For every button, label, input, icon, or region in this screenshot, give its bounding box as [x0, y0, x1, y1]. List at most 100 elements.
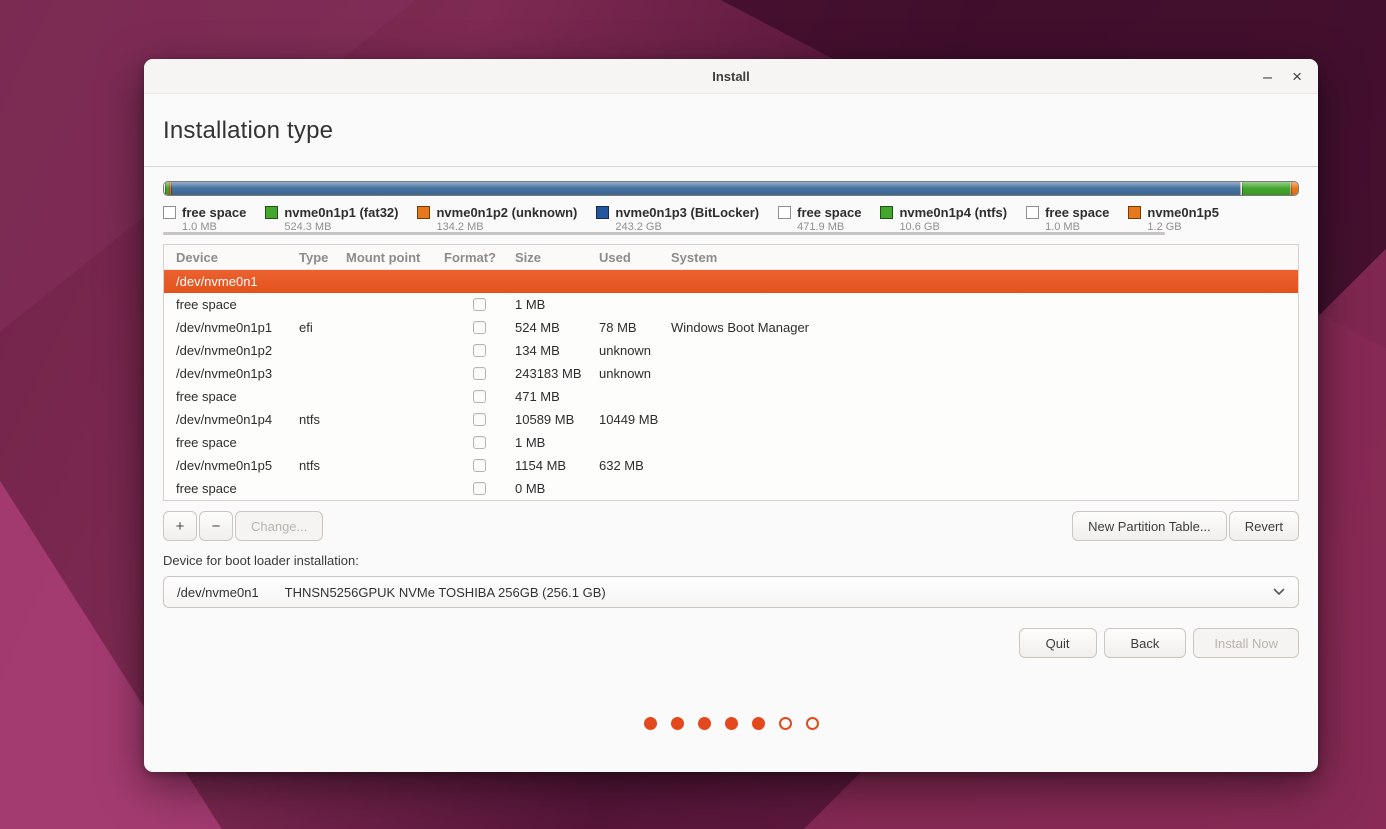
table-row[interactable]: /dev/nvme0n1p2134 MBunknown [164, 339, 1298, 362]
legend-swatch-icon [880, 206, 893, 219]
format-checkbox[interactable] [473, 436, 486, 449]
cell-device: /dev/nvme0n1 [164, 274, 299, 289]
cell-format [444, 436, 515, 449]
partition-table: Device Type Mount point Format? Size Use… [163, 244, 1299, 501]
legend-swatch-icon [265, 206, 278, 219]
legend-swatch-icon [163, 206, 176, 219]
table-row[interactable]: free space 471 MB [164, 385, 1298, 408]
install-window: Install – × Installation type free space… [144, 59, 1318, 772]
revert-button[interactable]: Revert [1229, 511, 1299, 541]
back-button[interactable]: Back [1104, 628, 1187, 658]
table-row[interactable]: free space 1 MB [164, 293, 1298, 316]
format-checkbox[interactable] [473, 413, 486, 426]
remove-partition-button[interactable]: − [199, 511, 233, 541]
legend-item: nvme0n1p3 (BitLocker)243.2 GB [596, 205, 759, 234]
legend-swatch-icon [1026, 206, 1039, 219]
cell-device: free space [164, 389, 299, 404]
legend-item: free space1.0 MB [1026, 205, 1109, 234]
cell-size: 1 MB [515, 435, 599, 450]
page-dot [644, 717, 657, 730]
cell-size: 1 MB [515, 297, 599, 312]
close-button[interactable]: × [1292, 68, 1302, 85]
legend-label: nvme0n1p3 (BitLocker) [615, 205, 759, 220]
install-now-button[interactable]: Install Now [1193, 628, 1299, 658]
legend-label: nvme0n1p5 [1147, 205, 1219, 220]
cell-type: efi [299, 320, 346, 335]
change-partition-button[interactable]: Change... [235, 511, 323, 541]
minimize-button[interactable]: – [1263, 70, 1272, 86]
col-header-system[interactable]: System [671, 250, 1298, 265]
cell-size: 0 MB [515, 481, 599, 496]
legend-swatch-icon [778, 206, 791, 219]
format-checkbox[interactable] [473, 367, 486, 380]
legend-text: nvme0n1p4 (ntfs)10.6 GB [899, 205, 1007, 234]
cell-size: 134 MB [515, 343, 599, 358]
cell-used: 632 MB [599, 458, 671, 473]
table-row[interactable]: /dev/nvme0n1p4ntfs10589 MB10449 MB [164, 408, 1298, 431]
partition-bar [163, 181, 1299, 196]
table-row[interactable]: /dev/nvme0n1p1efi524 MB78 MBWindows Boot… [164, 316, 1298, 339]
toolbar-right-group: New Partition Table... Revert [1072, 511, 1299, 541]
add-partition-button[interactable]: + [163, 511, 197, 541]
cell-used: 78 MB [599, 320, 671, 335]
cell-device: free space [164, 481, 299, 496]
legend-label: free space [797, 205, 861, 220]
cell-size: 471 MB [515, 389, 599, 404]
table-row[interactable]: free space 0 MB [164, 477, 1298, 500]
partition-bar-segment-nvme0n1p3 [171, 182, 1240, 195]
legend-item: nvme0n1p4 (ntfs)10.6 GB [880, 205, 1007, 234]
format-checkbox[interactable] [473, 482, 486, 495]
col-header-type[interactable]: Type [299, 250, 346, 265]
col-header-used[interactable]: Used [599, 250, 671, 265]
legend-text: nvme0n1p51.2 GB [1147, 205, 1219, 234]
footer-buttons: Quit Back Install Now [163, 628, 1299, 658]
cell-format [444, 298, 515, 311]
legend-swatch-icon [596, 206, 609, 219]
format-checkbox[interactable] [473, 459, 486, 472]
new-partition-table-button[interactable]: New Partition Table... [1072, 511, 1227, 541]
page-dot [698, 717, 711, 730]
legend-text: nvme0n1p3 (BitLocker)243.2 GB [615, 205, 759, 234]
table-row[interactable]: /dev/nvme0n1p5ntfs1154 MB632 MB [164, 454, 1298, 477]
cell-format [444, 367, 515, 380]
cell-device: /dev/nvme0n1p5 [164, 458, 299, 473]
cell-device: /dev/nvme0n1p3 [164, 366, 299, 381]
table-row[interactable]: /dev/nvme0n1p3 243183 MBunknown [164, 362, 1298, 385]
legend-item: free space471.9 MB [778, 205, 861, 234]
titlebar[interactable]: Install – × [144, 59, 1318, 94]
table-row[interactable]: free space1 MB [164, 431, 1298, 454]
format-checkbox[interactable] [473, 298, 486, 311]
legend-swatch-icon [417, 206, 430, 219]
format-checkbox[interactable] [473, 390, 486, 403]
toolbar-left-group: + − Change... [163, 511, 323, 541]
bootloader-selected-device: /dev/nvme0n1 [177, 585, 259, 600]
col-header-size[interactable]: Size [515, 250, 599, 265]
col-header-device[interactable]: Device [164, 250, 299, 265]
cell-device: free space [164, 297, 299, 312]
legend-label: free space [1045, 205, 1109, 220]
cell-size: 1154 MB [515, 458, 599, 473]
col-header-mount-point[interactable]: Mount point [346, 250, 444, 265]
cell-format [444, 482, 515, 495]
legend-label: nvme0n1p4 (ntfs) [899, 205, 1007, 220]
cell-size: 243183 MB [515, 366, 599, 381]
partition-bar-segment-nvme0n1p5 [1291, 182, 1298, 195]
format-checkbox[interactable] [473, 321, 486, 334]
legend-text: free space1.0 MB [182, 205, 246, 234]
bootloader-device-select[interactable]: /dev/nvme0n1 THNSN5256GPUK NVMe TOSHIBA … [163, 576, 1299, 608]
table-row[interactable]: /dev/nvme0n1 [164, 270, 1298, 293]
cell-format [444, 459, 515, 472]
window-controls: – × [1263, 59, 1302, 93]
quit-button[interactable]: Quit [1019, 628, 1097, 658]
cell-size: 10589 MB [515, 412, 599, 427]
legend-scrollbar[interactable] [163, 232, 1165, 235]
page-dot [725, 717, 738, 730]
cell-size: 524 MB [515, 320, 599, 335]
col-header-format[interactable]: Format? [444, 250, 515, 265]
format-checkbox[interactable] [473, 344, 486, 357]
page-dot [779, 717, 792, 730]
cell-format [444, 390, 515, 403]
cell-used: unknown [599, 366, 671, 381]
legend-item: nvme0n1p2 (unknown)134.2 MB [417, 205, 577, 234]
legend-item: nvme0n1p1 (fat32)524.3 MB [265, 205, 398, 234]
